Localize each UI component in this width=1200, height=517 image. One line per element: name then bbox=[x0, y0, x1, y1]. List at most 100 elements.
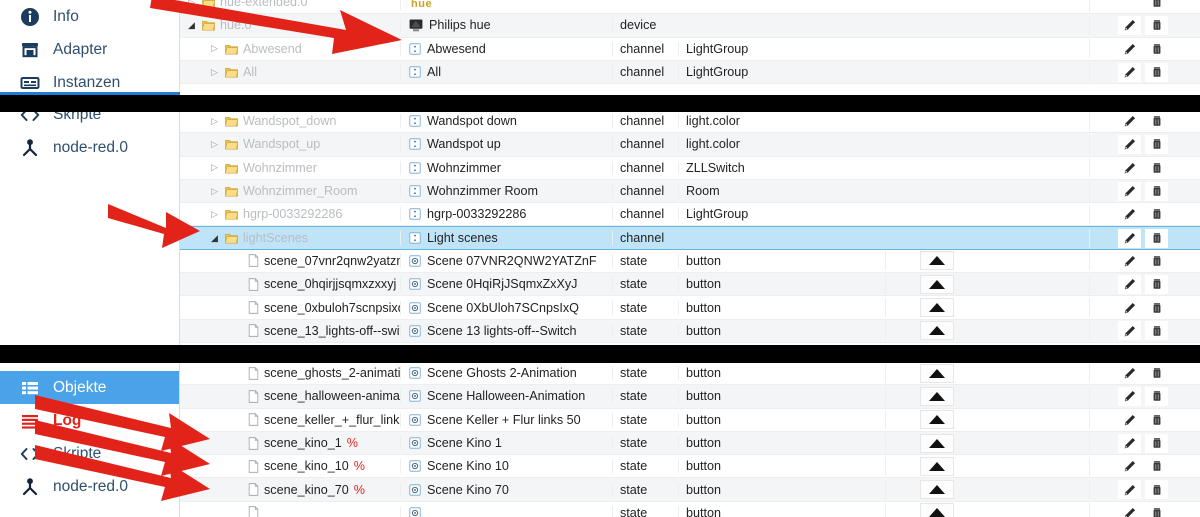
cell-name[interactable]: Scene Kino 10 bbox=[400, 459, 612, 473]
cell-name[interactable]: Wandspot up bbox=[400, 137, 612, 151]
edit-button[interactable] bbox=[1118, 321, 1141, 340]
cell-name[interactable]: Scene Halloween-Animation bbox=[400, 389, 612, 403]
delete-button[interactable] bbox=[1145, 39, 1168, 58]
trigger-button[interactable] bbox=[920, 275, 954, 294]
cell-id[interactable] bbox=[180, 506, 400, 517]
edit-button[interactable] bbox=[1118, 39, 1141, 58]
edit-button[interactable] bbox=[1118, 480, 1141, 499]
cell-name[interactable]: Scene Kino 70 bbox=[400, 483, 612, 497]
delete-button[interactable] bbox=[1145, 112, 1168, 131]
cell-name[interactable]: Scene Keller + Flur links 50 bbox=[400, 413, 612, 427]
delete-button[interactable] bbox=[1145, 387, 1168, 406]
trigger-button[interactable] bbox=[920, 321, 954, 340]
trigger-button[interactable] bbox=[920, 410, 954, 429]
cell-id[interactable]: ▷Wohnzimmer_Room bbox=[180, 184, 400, 198]
trigger-button[interactable] bbox=[920, 434, 954, 453]
sidebar-item-node-red-0[interactable]: node-red.0 bbox=[0, 470, 179, 503]
delete-button[interactable] bbox=[1145, 480, 1168, 499]
cell-id[interactable]: ▷All bbox=[180, 65, 400, 79]
cell-id[interactable]: scene_keller_+_flur_links_50 bbox=[180, 413, 400, 427]
cell-id[interactable]: scene_ghosts_2-animation bbox=[180, 366, 400, 380]
chevron-down-icon[interactable]: ◢ bbox=[186, 21, 197, 30]
table-row[interactable]: statebutton bbox=[180, 502, 1200, 517]
edit-button[interactable] bbox=[1118, 251, 1141, 270]
delete-button[interactable] bbox=[1145, 16, 1168, 35]
delete-button[interactable] bbox=[1145, 298, 1168, 317]
table-row[interactable]: scene_0hqirjjsqmxzxxyjScene 0HqiRjJSqmxZ… bbox=[180, 273, 1200, 296]
table-row[interactable]: ▷Wohnzimmer_RoomWohnzimmer RoomchannelRo… bbox=[180, 180, 1200, 203]
table-row[interactable]: scene_keller_+_flur_links_50Scene Keller… bbox=[180, 409, 1200, 432]
cell-name[interactable] bbox=[400, 507, 612, 517]
table-row[interactable]: ▷Wandspot_downWandspot downchannellight.… bbox=[180, 112, 1200, 133]
delete-button[interactable] bbox=[1145, 0, 1168, 12]
cell-id[interactable]: ▷Wandspot_down bbox=[180, 114, 400, 128]
cell-name[interactable]: Scene 13 lights-off--Switch bbox=[400, 324, 612, 338]
sidebar-item-info[interactable]: Info bbox=[0, 0, 179, 33]
edit-button[interactable] bbox=[1118, 112, 1141, 131]
cell-id[interactable]: scene_0xbuloh7scnpsixq bbox=[180, 301, 400, 315]
table-row[interactable]: ▷Wandspot_upWandspot upchannellight.colo… bbox=[180, 133, 1200, 156]
edit-button[interactable] bbox=[1118, 457, 1141, 476]
cell-id[interactable]: ◢hue.0 bbox=[180, 18, 400, 32]
table-row[interactable]: scene_0xbuloh7scnpsixqScene 0XbUloh7SCnp… bbox=[180, 296, 1200, 319]
table-row[interactable]: scene_halloween-animationScene Halloween… bbox=[180, 385, 1200, 408]
delete-button[interactable] bbox=[1145, 229, 1168, 248]
table-row[interactable]: ◢lightScenesLight sceneschannel bbox=[180, 226, 1200, 249]
edit-button[interactable] bbox=[1118, 158, 1141, 177]
delete-button[interactable] bbox=[1145, 63, 1168, 82]
cell-name[interactable]: PHILIPShue bbox=[400, 0, 612, 10]
edit-button[interactable] bbox=[1118, 503, 1141, 517]
trigger-button[interactable] bbox=[920, 251, 954, 270]
chevron-right-icon[interactable]: ▷ bbox=[209, 140, 220, 149]
sidebar-item-log[interactable]: Log bbox=[0, 404, 179, 437]
chevron-right-icon[interactable]: ▷ bbox=[209, 117, 220, 126]
cell-id[interactable]: scene_07vnr2qnw2yatznf bbox=[180, 254, 400, 268]
edit-button[interactable] bbox=[1118, 298, 1141, 317]
edit-button[interactable] bbox=[1118, 434, 1141, 453]
cell-name[interactable]: Scene 0HqiRjJSqmxZxXyJ bbox=[400, 277, 612, 291]
trigger-button[interactable] bbox=[920, 503, 954, 517]
cell-id[interactable]: scene_halloween-animation bbox=[180, 389, 400, 403]
chevron-right-icon[interactable]: ▷ bbox=[209, 210, 220, 219]
cell-name[interactable]: Wandspot down bbox=[400, 114, 612, 128]
delete-button[interactable] bbox=[1145, 321, 1168, 340]
delete-button[interactable] bbox=[1145, 364, 1168, 383]
cell-id[interactable]: scene_kino_10 % bbox=[180, 459, 400, 473]
trigger-button[interactable] bbox=[920, 364, 954, 383]
edit-button[interactable] bbox=[1118, 205, 1141, 224]
delete-button[interactable] bbox=[1145, 158, 1168, 177]
chevron-right-icon[interactable]: ▷ bbox=[209, 68, 220, 77]
table-row[interactable]: scene_kino_1 %Scene Kino 1statebutton bbox=[180, 432, 1200, 455]
delete-button[interactable] bbox=[1145, 503, 1168, 517]
cell-id[interactable]: scene_0hqirjjsqmxzxxyj bbox=[180, 277, 400, 291]
table-row[interactable]: ▷WohnzimmerWohnzimmerchannelZLLSwitch bbox=[180, 157, 1200, 180]
delete-button[interactable] bbox=[1145, 275, 1168, 294]
table-row[interactable]: scene_13_lights-off--switchScene 13 ligh… bbox=[180, 320, 1200, 343]
edit-button[interactable] bbox=[1118, 364, 1141, 383]
edit-button[interactable] bbox=[1118, 135, 1141, 154]
cell-id[interactable]: ▷Abwesend bbox=[180, 42, 400, 56]
cell-name[interactable]: Scene 0XbUloh7SCnpsIxQ bbox=[400, 301, 612, 315]
table-row[interactable]: scene_kino_70 %Scene Kino 70statebutton bbox=[180, 478, 1200, 501]
edit-button[interactable] bbox=[1118, 410, 1141, 429]
delete-button[interactable] bbox=[1145, 457, 1168, 476]
delete-button[interactable] bbox=[1145, 182, 1168, 201]
object-table-bottom[interactable]: scene_ghosts_2-animationScene Ghosts 2-A… bbox=[180, 363, 1200, 517]
table-row[interactable]: ◢hue.0Philips huedevice bbox=[180, 14, 1200, 37]
delete-button[interactable] bbox=[1145, 135, 1168, 154]
sidebar-item-skripte[interactable]: Skripte bbox=[0, 437, 179, 470]
cell-id[interactable]: scene_kino_1 % bbox=[180, 436, 400, 450]
sidebar-item-adapter[interactable]: Adapter bbox=[0, 33, 179, 66]
table-row[interactable]: scene_07vnr2qnw2yatznfScene 07VNR2QNW2YA… bbox=[180, 250, 1200, 273]
edit-button[interactable] bbox=[1118, 182, 1141, 201]
edit-button[interactable] bbox=[1118, 63, 1141, 82]
delete-button[interactable] bbox=[1145, 205, 1168, 224]
trigger-button[interactable] bbox=[920, 480, 954, 499]
table-row[interactable]: scene_ghosts_2-animationScene Ghosts 2-A… bbox=[180, 363, 1200, 385]
table-row[interactable]: ▷hue-extended.0PHILIPShue bbox=[180, 0, 1200, 14]
chevron-right-icon[interactable]: ▷ bbox=[186, 0, 197, 7]
sidebar-item-instanzen[interactable]: Instanzen bbox=[0, 66, 179, 95]
table-row[interactable]: ▷AbwesendAbwesendchannelLightGroup bbox=[180, 38, 1200, 61]
edit-button[interactable] bbox=[1118, 229, 1141, 248]
cell-name[interactable]: Scene 07VNR2QNW2YATZnF bbox=[400, 254, 612, 268]
